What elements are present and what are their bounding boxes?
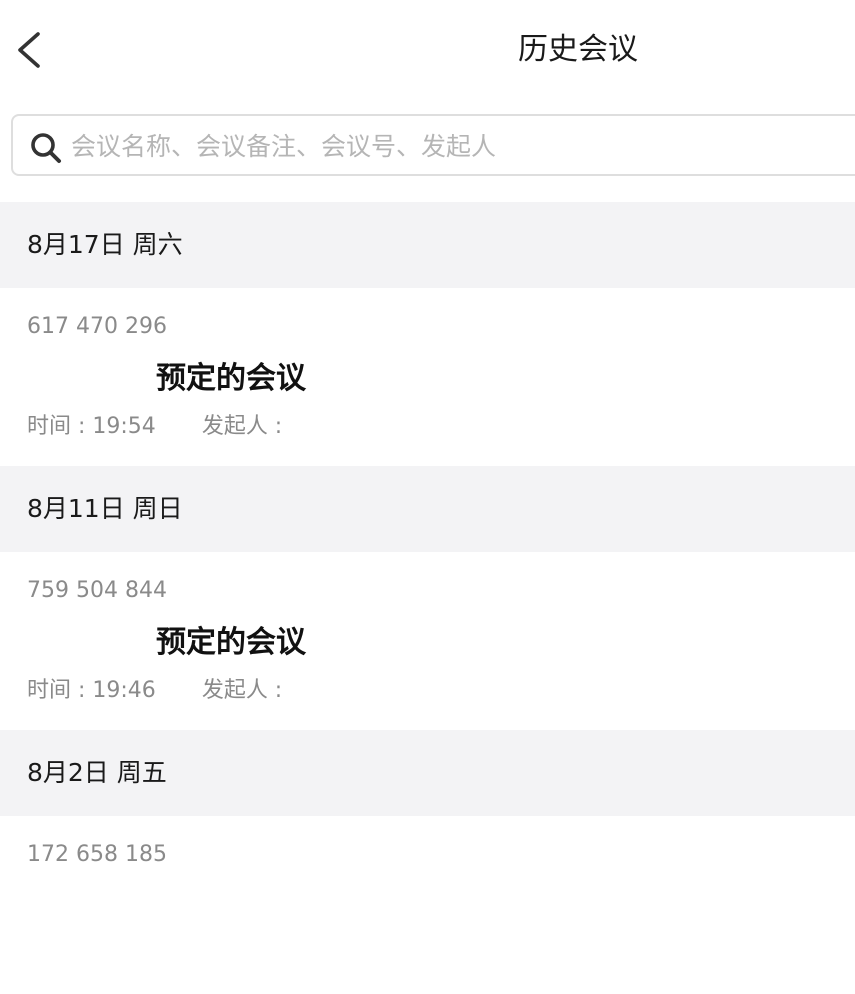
meeting-number: 759 504 844 (27, 578, 167, 603)
search-box[interactable] (11, 114, 855, 176)
nav-bar: 历史会议 (0, 0, 855, 100)
meeting-item[interactable]: 172 658 185 (0, 816, 855, 994)
meeting-meta (27, 940, 73, 970)
chevron-left-icon (18, 32, 40, 68)
meeting-history-list: 8月17日 周六 617 470 296 预定的会议 时间 : 19:54 发起人… (0, 202, 855, 994)
back-button[interactable] (8, 22, 56, 78)
meeting-number: 172 658 185 (27, 842, 167, 867)
meeting-title: 预定的会议 (156, 361, 306, 396)
date-header: 8月2日 周五 (0, 730, 855, 816)
meeting-time: 时间 : 19:46 (27, 678, 156, 703)
date-header: 8月17日 周六 (0, 202, 855, 288)
meeting-title: 预定的会议 (156, 625, 306, 660)
meeting-item[interactable]: 617 470 296 预定的会议 时间 : 19:54 发起人 : (0, 288, 855, 466)
search-input[interactable] (71, 124, 851, 168)
page-title: 历史会议 (518, 32, 638, 67)
meeting-time: 时间 : 19:54 (27, 414, 156, 439)
meeting-initiator: 发起人 : (201, 678, 283, 703)
search-icon (31, 133, 61, 163)
meeting-initiator: 发起人 : (201, 414, 283, 439)
meeting-item[interactable]: 759 504 844 预定的会议 时间 : 19:46 发起人 : (0, 552, 855, 730)
meeting-number: 617 470 296 (27, 314, 167, 339)
meeting-meta: 时间 : 19:46 发起人 : (27, 676, 282, 706)
meeting-meta: 时间 : 19:54 发起人 : (27, 412, 282, 442)
date-header: 8月11日 周日 (0, 466, 855, 552)
